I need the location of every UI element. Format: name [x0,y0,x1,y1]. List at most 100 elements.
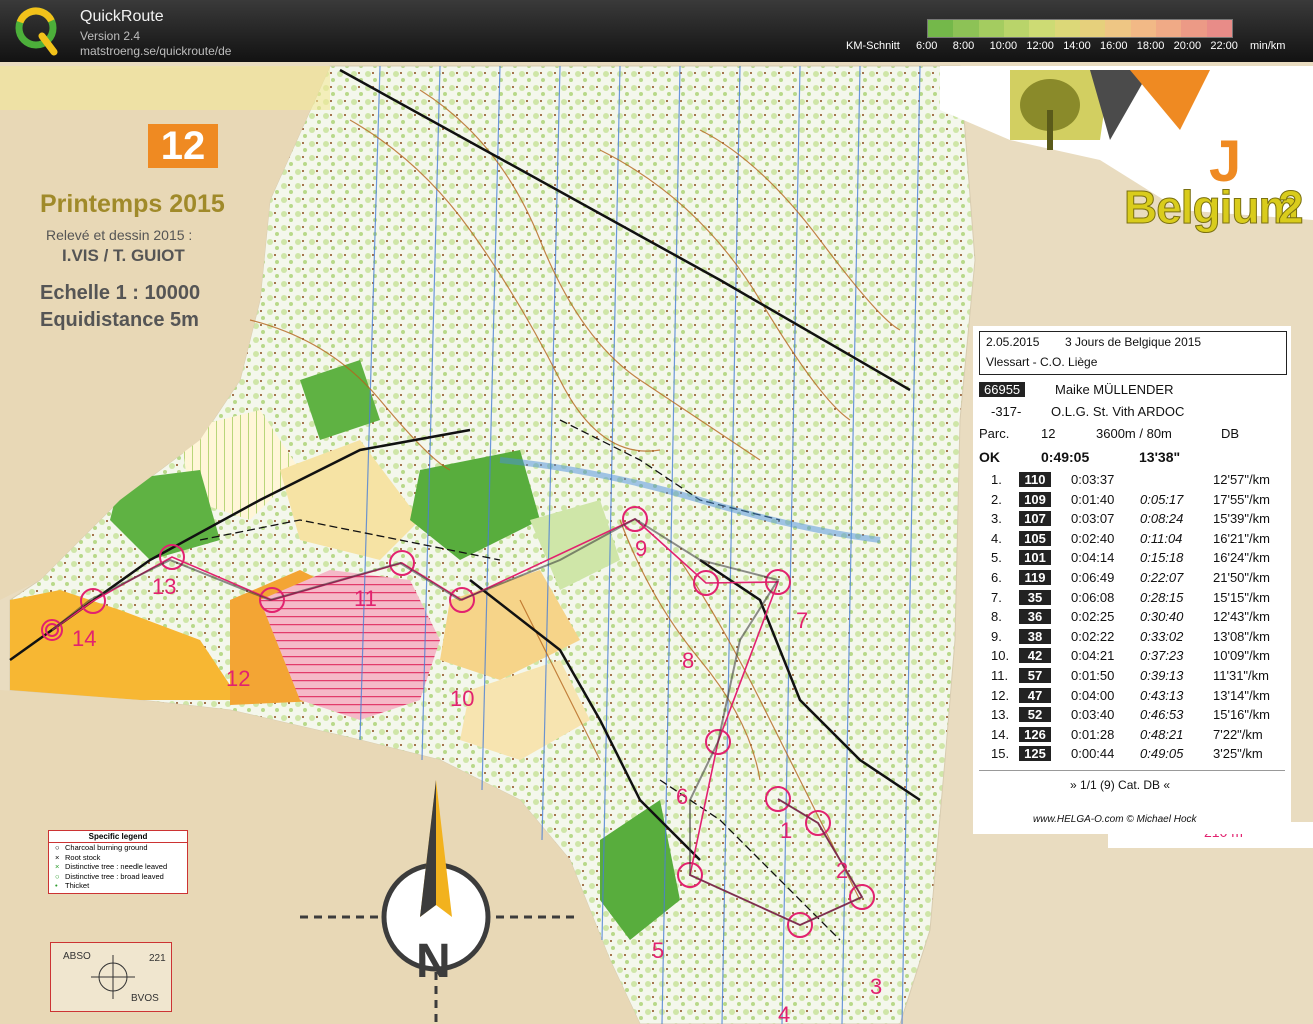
parc-label: Parc. [979,426,1010,441]
pace-label: KM-Schnitt [846,40,900,52]
split-leg: 0:01:28 [1071,726,1115,742]
control-label: 9 [635,536,648,561]
course-badge: 12 [148,124,218,168]
split-row: 13. 52 0:03:40 0:46:53 15'16"/km [973,707,1291,727]
split-leg: 0:04:21 [1071,648,1115,664]
split-pace: 11'31"/km [1213,668,1269,683]
split-code: 38 [1019,628,1051,644]
split-pace: 13'08"/km [1213,628,1270,644]
split-code: 107 [1019,511,1051,527]
split-n: 12. [991,687,1010,703]
pace-tick: 18:00 [1136,40,1165,52]
split-cum: 0:28:15 [1140,589,1184,605]
split-cum: 0:43:13 [1140,687,1184,703]
app-url[interactable]: matstroeng.se/quickroute/de [80,44,231,58]
pace-color-swatch [1130,20,1156,37]
pace-color-swatch [1003,20,1030,37]
split-row: 10. 42 0:04:21 0:37:23 10'09"/km [973,648,1291,668]
map-authors: I.VIS / T. GUIOT [62,246,185,265]
pace-tick: 20:00 [1173,40,1202,52]
split-pace: 17'55"/km [1213,491,1270,507]
orienteering-map[interactable]: 1 2 3 4 5 6 7 8 9 10 11 12 13 14 12 Prin… [0,62,1313,1024]
split-n: 6. [991,570,1002,585]
abso-box: ABSO 221 BVOS [50,942,172,1012]
pace-color-swatch [1155,20,1182,37]
split-row: 7. 35 0:06:08 0:28:15 15'15"/km [973,589,1291,610]
specific-legend: Specific legend ○ Charcoal burning ground… [48,830,188,894]
split-n: 3. [991,511,1002,527]
split-n: 9. [991,628,1002,644]
split-leg: 0:01:50 [1071,668,1115,683]
split-n: 4. [991,530,1002,546]
split-pace: 21'50"/km [1213,570,1270,585]
split-pace: 15'15"/km [1213,589,1270,605]
runner-name: Maike MÜLLENDER [1055,382,1174,397]
control-label: 6 [676,784,689,809]
split-pace: 16'21"/km [1213,530,1270,546]
pace-color-scale [927,19,1233,38]
pace-tick: 10:00 [989,40,1018,52]
split-cum: 0:15:18 [1140,550,1184,566]
runner-id: 66955 [979,382,1026,397]
abso-label: ABSO [63,951,91,962]
quickroute-window: QuickRoute Version 2.4 matstroeng.se/qui… [0,0,1313,1024]
split-cum: 0:39:13 [1140,668,1184,683]
receipt-header: 2.05.2015 3 Jours de Belgique 2015 Vless… [979,331,1287,375]
pace-color-swatch [1105,20,1131,37]
split-code: 47 [1019,687,1051,703]
pace-tick: 16:00 [1100,40,1128,52]
split-row: 11. 57 0:01:50 0:39:13 11'31"/km [973,668,1291,688]
event-date: 2.05.2015 [986,335,1040,349]
map-surveyed: Relevé et dessin 2015 : [46,227,193,243]
split-row: 2. 109 0:01:40 0:05:17 17'55"/km [973,491,1291,512]
quickroute-logo-icon [15,7,58,56]
split-row: 5. 101 0:04:14 0:15:18 16'24"/km [973,550,1291,570]
split-leg: 0:06:08 [1071,589,1115,605]
pace-color-swatch [1054,20,1080,37]
split-n: 10. [991,648,1010,664]
map-scale: Echelle 1 : 10000 [40,282,201,304]
split-pace: 12'57"/km [1213,472,1270,487]
split-cum: 0:49:05 [1140,746,1184,762]
pace-color-swatch [978,20,1004,37]
split-n: 1. [991,472,1002,487]
control-label: 13 [152,574,177,599]
split-pace: 7'22"/km [1213,726,1263,742]
split-cum: 0:46:53 [1140,707,1184,723]
pace-tick: 14:00 [1063,40,1091,52]
control-label: 10 [450,686,475,711]
split-row: 9. 38 0:02:22 0:33:02 13'08"/km [973,628,1291,649]
split-cum: 0:22:07 [1140,570,1184,585]
split-leg: 0:06:49 [1071,570,1115,585]
split-code: 57 [1019,668,1051,683]
split-pace: 12'43"/km [1213,609,1270,625]
control-label: 12 [226,666,251,691]
split-code: 119 [1019,570,1051,585]
split-code: 110 [1019,472,1051,487]
pace-color-swatch [928,20,954,37]
control-label: 5 [652,938,665,963]
event-name: 3 Jours de Belgique 2015 [1065,335,1202,349]
split-n: 8. [991,609,1002,625]
split-row: 14. 126 0:01:28 0:48:21 7'22"/km [973,726,1291,747]
split-pace: 13'14"/km [1213,687,1270,703]
category: DB [1221,426,1240,441]
control-label: 3 [870,974,883,999]
split-cum: 0:48:21 [1140,726,1184,742]
total-pace: 13'38" [1139,449,1181,465]
split-code: 125 [1019,746,1051,762]
split-cum: 0:30:40 [1140,609,1184,625]
pace-tick: 22:00 [1210,40,1238,52]
control-label: 1 [780,818,793,843]
pace-tick: 12:00 [1026,40,1054,52]
receipt-footer: » 1/1 (9) Cat. DB « [1070,778,1171,792]
split-row: 15. 125 0:00:44 0:49:05 3'25"/km [973,746,1291,766]
pace-unit: min/km [1250,40,1286,52]
pace-color-swatch [1206,20,1232,37]
split-leg: 0:02:40 [1071,530,1115,546]
legend-item: × Root stock [55,852,101,862]
split-leg: 0:02:25 [1071,609,1115,625]
pace-color-swatch [1029,20,1055,37]
split-cum: 0:37:23 [1140,648,1184,664]
legend-item: • Thicket [55,881,90,890]
